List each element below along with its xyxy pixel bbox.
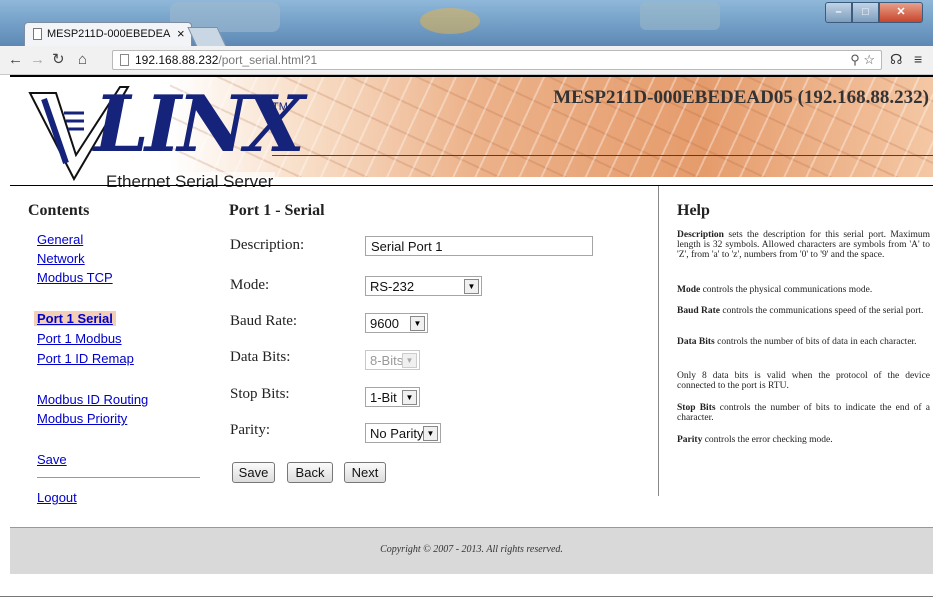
back-arrow-icon[interactable]: ←	[8, 50, 23, 70]
help-stop-bits: Stop Bits controls the number of bits to…	[677, 403, 930, 423]
help-text: controls the number of bits of data in e…	[714, 337, 917, 347]
browser-tab[interactable]: MESP211D-000EBEDEAD05 ×	[24, 22, 192, 46]
desktop-background	[420, 8, 480, 34]
sidebar-item-port1-serial[interactable]: Port 1 Serial	[34, 311, 116, 326]
reload-icon[interactable]: ↻	[52, 50, 65, 70]
sidebar-item-modbus-id-routing[interactable]: Modbus ID Routing	[37, 392, 148, 407]
mode-label: Mode:	[230, 277, 270, 293]
help-heading: Help	[677, 202, 710, 219]
sidebar-item-network[interactable]: Network	[37, 251, 85, 266]
sidebar-heading: Contents	[28, 202, 90, 219]
baud-rate-select[interactable]: 9600 ▼	[365, 313, 428, 333]
save-button[interactable]: Save	[232, 462, 275, 483]
help-mode: Mode controls the physical communication…	[677, 285, 930, 295]
sidebar-item-save[interactable]: Save	[37, 452, 67, 467]
help-parity: Parity controls the error checking mode.	[677, 435, 930, 445]
header-divider	[272, 155, 933, 156]
search-icon[interactable]: ⚲	[850, 52, 860, 67]
help-data-bits: Data Bits controls the number of bits of…	[677, 337, 930, 347]
stop-bits-value: 1-Bit	[370, 390, 397, 405]
browser-titlebar: MESP211D-000EBEDEAD05 × – □ ✕	[0, 0, 933, 47]
help-rtu-note: Only 8 data bits is valid when the proto…	[677, 371, 930, 391]
tab-close-icon[interactable]: ×	[177, 26, 185, 41]
web-page: LINX TM Ethernet Serial Server MESP211D-…	[10, 75, 933, 597]
sidebar-item-general[interactable]: General	[37, 232, 83, 247]
next-button[interactable]: Next	[344, 462, 386, 483]
bookmark-star-icon[interactable]: ☆	[863, 52, 875, 67]
help-text: controls the error checking mode.	[702, 435, 833, 445]
headphones-extension-icon[interactable]: ☊	[890, 51, 902, 68]
sidebar-item-modbus-priority[interactable]: Modbus Priority	[37, 411, 127, 426]
vlinx-logo: LINX TM Ethernet Serial Server	[24, 83, 305, 187]
description-input[interactable]: Serial Port 1	[365, 236, 593, 256]
baud-rate-value: 9600	[370, 316, 399, 331]
parity-value: No Parity	[370, 426, 424, 441]
dropdown-arrow-icon: ▼	[410, 316, 425, 331]
minimize-button[interactable]: –	[825, 2, 852, 23]
dropdown-arrow-icon: ▼	[402, 390, 417, 405]
help-text: controls the communications speed of the…	[720, 306, 924, 316]
dropdown-arrow-icon: ▼	[402, 353, 417, 368]
browser-toolbar: ← → ↻ ⌂ 192.168.88.232/port_serial.html?…	[0, 46, 933, 75]
sidebar-item-logout[interactable]: Logout	[37, 490, 77, 505]
help-baud-rate: Baud Rate controls the communications sp…	[677, 306, 930, 316]
page-icon	[33, 28, 42, 40]
sidebar: Contents General Network Modbus TCP Port…	[10, 186, 213, 528]
help-term: Description	[677, 230, 724, 240]
sidebar-item-port1-id-remap[interactable]: Port 1 ID Remap	[37, 351, 134, 366]
serial-settings-form: Port 1 - Serial Description: Serial Port…	[213, 186, 658, 528]
page-header: LINX TM Ethernet Serial Server MESP211D-…	[10, 75, 933, 187]
url-text: 192.168.88.232/port_serial.html?1	[135, 53, 317, 67]
page-footer: Copyright © 2007 - 2013. All rights rese…	[10, 527, 933, 574]
parity-label: Parity:	[230, 422, 270, 438]
help-panel: Help Description sets the description fo…	[658, 186, 933, 496]
data-bits-select: 8-Bits ▼	[365, 350, 420, 370]
help-term: Baud Rate	[677, 306, 721, 316]
window-controls: – □ ✕	[825, 2, 923, 23]
url-path: /port_serial.html?1	[218, 53, 318, 67]
menu-icon[interactable]: ≡	[914, 51, 922, 67]
mode-select[interactable]: RS-232 ▼	[365, 276, 482, 296]
back-button[interactable]: Back	[287, 462, 333, 483]
logo-trademark: TM	[272, 101, 288, 113]
desktop-background	[640, 2, 720, 30]
dropdown-arrow-icon: ▼	[423, 426, 438, 441]
sidebar-item-port1-modbus[interactable]: Port 1 Modbus	[37, 331, 122, 346]
stop-bits-label: Stop Bits:	[230, 386, 290, 402]
mode-value: RS-232	[370, 279, 415, 294]
dropdown-arrow-icon: ▼	[464, 279, 479, 294]
help-text: Only 8 data bits is valid when the proto…	[677, 371, 930, 391]
device-title: MESP211D-000EBEDEAD05 (192.168.88.232)	[553, 87, 929, 108]
url-host: 192.168.88.232	[135, 53, 219, 67]
data-bits-value: 8-Bits	[370, 353, 404, 368]
description-label: Description:	[230, 237, 305, 253]
home-icon[interactable]: ⌂	[78, 50, 87, 70]
logo-wordmark: LINX	[94, 79, 305, 170]
stop-bits-select[interactable]: 1-Bit ▼	[365, 387, 420, 407]
tab-title: MESP211D-000EBEDEAD05	[47, 28, 171, 40]
sidebar-divider	[37, 477, 200, 478]
help-text: controls the physical communications mod…	[700, 285, 873, 295]
help-term: Mode	[677, 285, 701, 295]
page-title: Port 1 - Serial	[229, 202, 325, 219]
page-icon	[120, 54, 129, 66]
data-bits-label: Data Bits:	[230, 349, 291, 365]
address-bar[interactable]: 192.168.88.232/port_serial.html?1 ⚲ ☆	[112, 50, 882, 70]
help-text: controls the number of bits to indicate …	[677, 403, 930, 423]
maximize-button[interactable]: □	[852, 2, 879, 23]
copyright-text: Copyright © 2007 - 2013. All rights rese…	[380, 544, 563, 555]
help-term: Parity	[677, 435, 703, 445]
omnibox-icons: ⚲ ☆	[850, 52, 875, 68]
help-term: Stop Bits	[677, 403, 716, 413]
content-area: Contents General Network Modbus TCP Port…	[10, 185, 933, 528]
sidebar-item-modbus-tcp[interactable]: Modbus TCP	[37, 270, 113, 285]
close-window-button[interactable]: ✕	[879, 2, 923, 23]
help-term: Data Bits	[677, 337, 715, 347]
forward-arrow-icon[interactable]: →	[30, 50, 45, 70]
help-description: Description sets the description for thi…	[677, 230, 930, 260]
parity-select[interactable]: No Parity ▼	[365, 423, 441, 443]
baud-rate-label: Baud Rate:	[230, 313, 298, 329]
